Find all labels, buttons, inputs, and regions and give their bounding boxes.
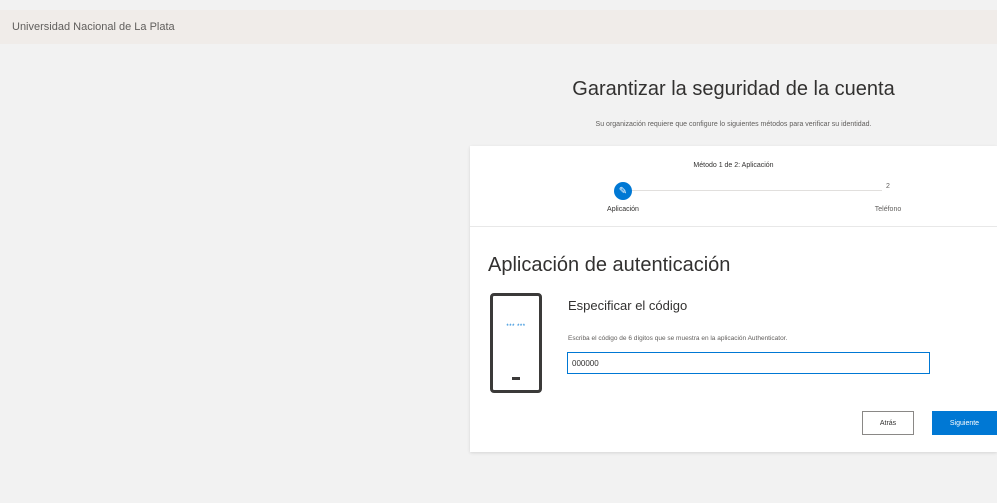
code-description: Escriba el código de 6 dígitos que se mu… [568,335,788,342]
code-heading: Especificar el código [568,298,688,313]
header-divider [470,226,997,227]
stepper-line [622,190,882,191]
step-header: Método 1 de 2: Aplicación [693,162,774,169]
verification-code-input[interactable] [567,352,930,374]
setup-card: Método 1 de 2: Aplicación ✎ 2 Aplicación… [470,146,997,452]
org-name: Universidad Nacional de La Plata [12,21,175,33]
phone-code-sample: *** *** [506,324,526,330]
step-label-telefono: Teléfono [874,206,902,213]
phone-illustration-icon: *** *** [490,293,542,393]
pencil-icon: ✎ [614,182,632,200]
section-title: Aplicación de autenticación [488,254,731,276]
page-subtitle: Su organización requiere que configure l… [595,121,872,128]
back-button[interactable]: Atrás [862,411,914,435]
step-label-aplicacion: Aplicación [607,206,639,213]
step-number-2: 2 [886,183,890,190]
org-header-bar: Universidad Nacional de La Plata [0,10,997,44]
next-button[interactable]: Siguiente [932,411,997,435]
phone-home-button [512,377,520,380]
pencil-glyph: ✎ [618,185,628,197]
page-title: Garantizar la seguridad de la cuenta [572,78,895,100]
progress-stepper: ✎ 2 Aplicación Teléfono [470,180,997,224]
